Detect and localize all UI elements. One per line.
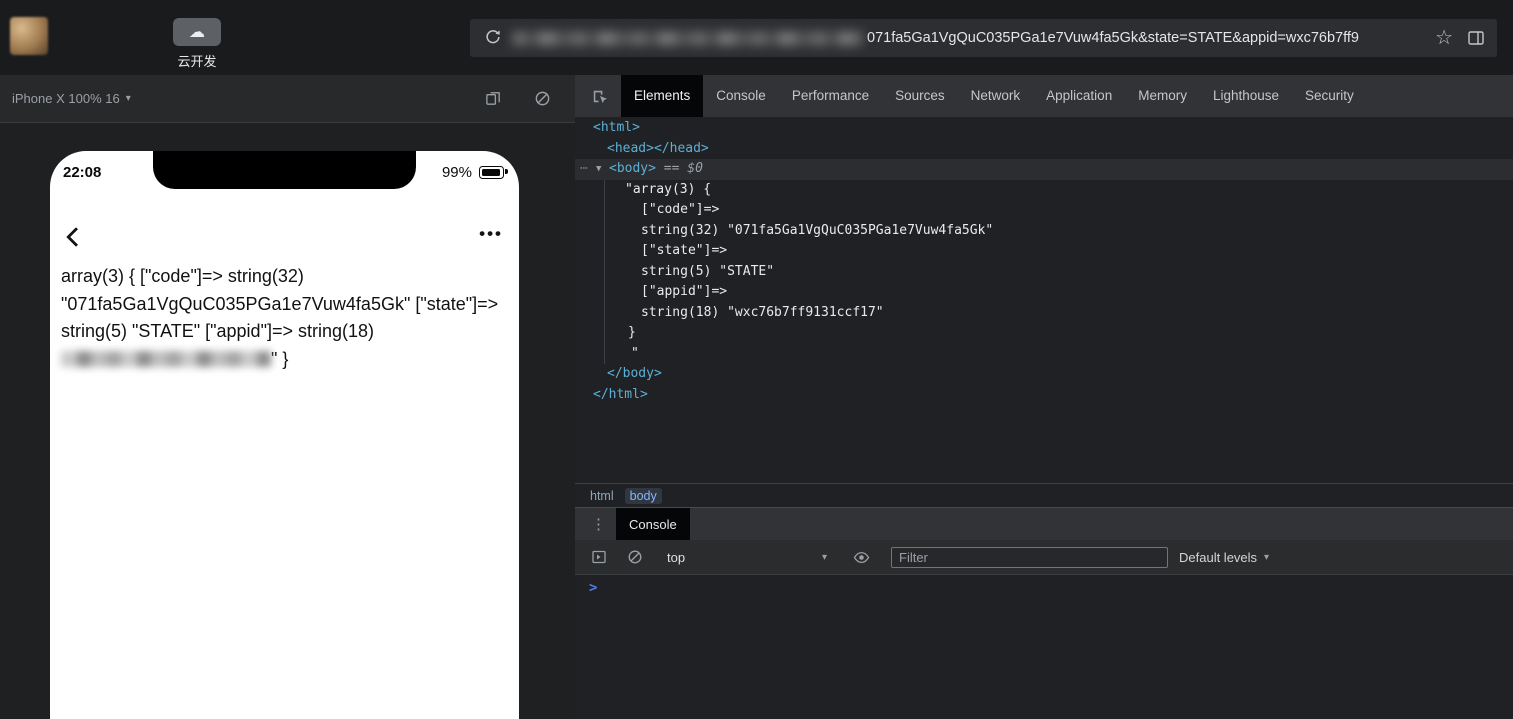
dom-tag: <head></head> bbox=[607, 140, 709, 156]
device-toolbar-icons bbox=[485, 90, 551, 107]
context-selector-value: top bbox=[667, 549, 686, 565]
chevron-down-icon: ▾ bbox=[1264, 551, 1270, 563]
app-window: ☁ 云开发 071fa5Ga1VgQuC035PGa1e7Vuw4fa5Gk&s… bbox=[0, 0, 1513, 719]
chevron-down-icon[interactable]: ▾ bbox=[126, 93, 131, 104]
device-toolbar: iPhone X 100% 16 ▾ bbox=[0, 75, 575, 123]
dom-tree-line[interactable]: <html> bbox=[575, 118, 1513, 139]
eye-icon[interactable] bbox=[853, 549, 870, 566]
dom-text-node: ["code"]=> bbox=[641, 202, 720, 217]
breadcrumb: html body bbox=[575, 483, 1513, 507]
side-panel-icon[interactable] bbox=[1467, 29, 1485, 47]
dom-text-node: string(18) "wxc76b7ff9131ccf17" bbox=[641, 304, 884, 320]
body-text-after: " } bbox=[271, 348, 289, 369]
expand-arrow-icon[interactable]: ▼ bbox=[596, 159, 601, 180]
drawer-tab-console[interactable]: Console bbox=[616, 507, 690, 541]
dom-tree-line[interactable]: ⋯ ▼ <body> == $0 bbox=[575, 159, 1513, 180]
circle-slash-icon[interactable] bbox=[534, 90, 551, 107]
phone-screen: 22:08 99% ••• array(3) { ["code"]=> stri… bbox=[50, 151, 519, 719]
cloud-dev-label: 云开发 bbox=[177, 54, 217, 69]
dom-text-node: ["state"]=> bbox=[641, 243, 728, 258]
avatar[interactable] bbox=[10, 17, 48, 55]
log-levels-dropdown[interactable]: Default levels ▾ bbox=[1179, 550, 1269, 565]
dom-tree-line[interactable]: string(18) "wxc76b7ff9131ccf17" bbox=[575, 303, 1513, 324]
redacted-url-segment bbox=[512, 30, 864, 46]
status-right: 99% bbox=[442, 164, 509, 181]
tab-lighthouse[interactable]: Lighthouse bbox=[1200, 75, 1292, 117]
device-emulation-pane: iPhone X 100% 16 ▾ 22:08 99% ••• array(3… bbox=[0, 75, 575, 719]
dom-tag: </body> bbox=[607, 366, 662, 381]
page-body-text: array(3) { ["code"]=> string(32) "071fa5… bbox=[61, 263, 511, 373]
chevron-down-icon: ▾ bbox=[821, 551, 827, 563]
device-canvas: 22:08 99% ••• array(3) { ["code"]=> stri… bbox=[0, 124, 575, 719]
dual-screen-icon[interactable] bbox=[485, 90, 502, 107]
dom-text-node: } bbox=[628, 325, 636, 340]
tab-application[interactable]: Application bbox=[1033, 75, 1125, 117]
tab-console[interactable]: Console bbox=[703, 75, 779, 117]
console-sidebar-icon[interactable] bbox=[591, 549, 607, 565]
devtools-tabbar-tabs: Elements Console Performance Sources Network… bbox=[621, 75, 1367, 117]
crumb-html[interactable]: html bbox=[585, 488, 619, 504]
url-text[interactable]: 071fa5Ga1VgQuC035PGa1e7Vuw4fa5Gk&state=S… bbox=[867, 30, 1425, 46]
battery-percent: 99% bbox=[441, 164, 472, 181]
clear-console-icon[interactable] bbox=[627, 549, 643, 565]
dom-tree-line[interactable]: } bbox=[575, 323, 1513, 344]
dom-tag: <html> bbox=[593, 120, 640, 135]
address-bar[interactable]: 071fa5Ga1VgQuC035PGa1e7Vuw4fa5Gk&state=S… bbox=[470, 19, 1497, 57]
dom-tree-line[interactable]: </body> bbox=[575, 364, 1513, 385]
browser-top-bar: ☁ 云开发 071fa5Ga1VgQuC035PGa1e7Vuw4fa5Gk&s… bbox=[0, 0, 1513, 75]
more-menu-icon[interactable]: ••• bbox=[479, 224, 503, 244]
reload-icon[interactable] bbox=[484, 28, 502, 51]
dom-tree-line[interactable]: string(32) "071fa5Ga1VgQuC035PGa1e7Vuw4f… bbox=[575, 221, 1513, 242]
cloud-dev-button[interactable]: ☁ bbox=[173, 18, 221, 46]
log-levels-label: Default levels bbox=[1179, 549, 1258, 565]
dom-tag: <body> bbox=[609, 161, 656, 176]
dom-tree-line[interactable]: ["code"]=> bbox=[575, 200, 1513, 221]
main-split: iPhone X 100% 16 ▾ 22:08 99% ••• array(3… bbox=[0, 75, 1513, 719]
dom-tag: </html> bbox=[593, 386, 648, 402]
status-time: 22:08 bbox=[63, 164, 102, 181]
context-selector[interactable]: top ▾ bbox=[667, 550, 827, 565]
battery-icon bbox=[479, 166, 508, 179]
dom-text-node: string(5) "STATE" bbox=[641, 263, 775, 279]
tab-elements[interactable]: Elements bbox=[621, 75, 704, 117]
dom-tree-line[interactable]: </html> bbox=[575, 385, 1513, 406]
tab-memory[interactable]: Memory bbox=[1125, 75, 1200, 117]
console-output[interactable]: > bbox=[575, 575, 1513, 719]
bookmark-star-icon[interactable]: ☆ bbox=[1435, 28, 1453, 48]
devtools-pane: Elements Console Performance Sources Network… bbox=[575, 75, 1513, 719]
tab-sources[interactable]: Sources bbox=[882, 75, 958, 117]
tab-network[interactable]: Network bbox=[958, 75, 1034, 117]
devtools-tabbar: Elements Console Performance Sources Network… bbox=[575, 75, 1513, 117]
phone-notch bbox=[153, 151, 416, 189]
console-toolbar: top ▾ Default levels ▾ bbox=[575, 540, 1513, 575]
dom-text-node: " bbox=[631, 345, 639, 361]
elements-tree: <html> <head></head> ⋯ ▼ <body> == $0 "array(… bbox=[575, 118, 1513, 405]
dom-tree-line[interactable]: "array(3) { bbox=[575, 180, 1513, 201]
dom-text-node: "array(3) { bbox=[625, 181, 712, 197]
tab-performance[interactable]: Performance bbox=[779, 75, 882, 117]
dom-tree-line[interactable]: ["appid"]=> bbox=[575, 282, 1513, 303]
device-selector[interactable]: iPhone X 100% 16 bbox=[12, 91, 120, 106]
filter-input[interactable] bbox=[891, 546, 1168, 568]
tab-security[interactable]: Security bbox=[1292, 75, 1367, 117]
back-chevron-icon[interactable] bbox=[66, 227, 86, 247]
drawer-tabbar: ⋮ Console bbox=[575, 507, 1513, 541]
body-text-before: array(3) { ["code"]=> string(32) "071fa5… bbox=[61, 266, 499, 341]
dom-text-node: ["appid"]=> bbox=[641, 284, 728, 299]
console-prompt-icon[interactable]: > bbox=[589, 580, 597, 596]
dom-selection-meta: == $0 bbox=[655, 161, 703, 176]
redacted-appid bbox=[61, 350, 271, 367]
inspect-icon[interactable] bbox=[590, 87, 609, 106]
cloud-icon: ☁ bbox=[189, 24, 205, 41]
kebab-menu-icon[interactable]: ⋮ bbox=[591, 517, 606, 532]
crumb-body[interactable]: body bbox=[624, 487, 662, 504]
dom-tree-line[interactable]: <head></head> bbox=[575, 139, 1513, 160]
dom-text-node: string(32) "071fa5Ga1VgQuC035PGa1e7Vuw4f… bbox=[641, 222, 994, 238]
dom-tree-line[interactable]: ["state"]=> bbox=[575, 241, 1513, 262]
dom-tree-line[interactable]: " bbox=[575, 344, 1513, 365]
elements-panel: <html> <head></head> ⋯ ▼ <body> == $0 "array(… bbox=[575, 117, 1513, 483]
dom-tree-line[interactable]: string(5) "STATE" bbox=[575, 262, 1513, 283]
node-menu-dots-icon[interactable]: ⋯ bbox=[580, 159, 588, 180]
